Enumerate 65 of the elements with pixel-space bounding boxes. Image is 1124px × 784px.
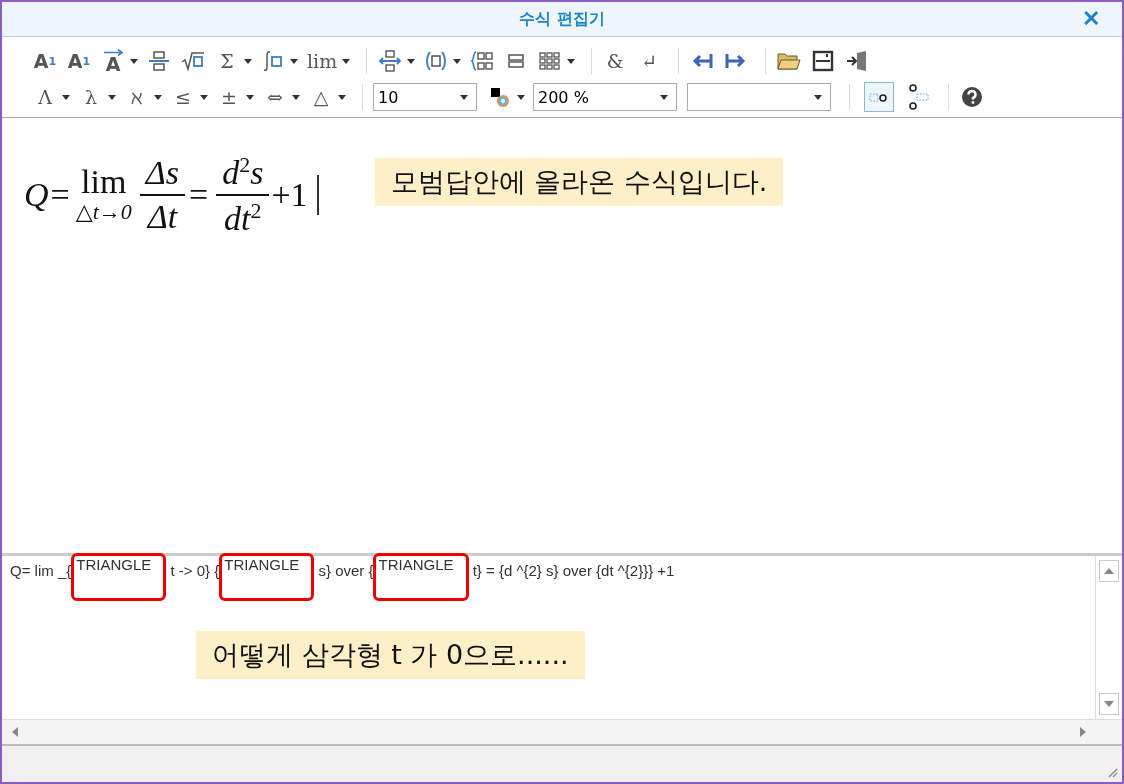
script-text: Q= lim _{ — [10, 562, 72, 579]
dropdown-caret-icon[interactable] — [108, 94, 116, 100]
dropdown-caret-icon[interactable] — [453, 58, 462, 64]
symbol-button[interactable]: ≤ — [170, 83, 196, 111]
dropdown-field[interactable]: 200 % — [533, 83, 677, 111]
dropdown-caret-icon[interactable] — [517, 94, 525, 100]
symbol-button[interactable]: ± — [216, 83, 242, 111]
dropdown-caret-icon[interactable] — [338, 94, 346, 100]
symbol-button[interactable]: A$^{1}$ — [32, 47, 58, 75]
symbol-button[interactable]: lim — [306, 47, 339, 75]
horizontal-scrollbar[interactable] — [2, 719, 1122, 744]
formula-numerator: d$^{2}$s — [216, 152, 270, 197]
script-text: s} over { — [317, 562, 374, 579]
symbol-button[interactable]: & — [602, 47, 629, 75]
highlight-box: TRIANGLE — [71, 553, 167, 601]
dropdown-caret-icon[interactable] — [407, 58, 416, 64]
script-text: t} = {d ^{2} s} over {dt ^{2}}} +1 — [471, 562, 675, 579]
note-callout: 모범답안에 올라온 수식입니다. — [374, 158, 784, 206]
symbol-button[interactable]: ⇔ — [262, 83, 288, 111]
inline-layout-icon — [869, 90, 889, 104]
formula-denominator: Δt — [145, 197, 179, 237]
dropdown-caret-icon[interactable] — [244, 58, 252, 64]
formula-denominator: dt$^{2}$ — [223, 197, 263, 239]
resize-grip-icon[interactable] — [1106, 766, 1118, 778]
inline-view-toggle[interactable] — [864, 82, 894, 112]
formula-symbol: = — [188, 176, 209, 215]
highlight-box: TRIANGLE — [219, 553, 315, 601]
dropdown-caret-icon[interactable] — [62, 94, 70, 100]
dropdown-caret-icon[interactable] — [130, 58, 138, 64]
note-callout: 어떻게 삼각형 t 가 0으로...... — [196, 631, 585, 679]
formula-symbol: Q — [24, 176, 49, 215]
dropdown-caret-icon[interactable] — [814, 94, 822, 100]
dropdown-caret-icon[interactable] — [460, 94, 468, 100]
scroll-up-button[interactable] — [1099, 560, 1119, 582]
symbol-button[interactable]: ↵ — [636, 47, 663, 75]
dropdown-caret-icon[interactable] — [290, 58, 298, 64]
dropdown-caret-icon[interactable] — [246, 94, 254, 100]
symbol-button[interactable]: ℵ — [124, 83, 150, 111]
scroll-down-button[interactable] — [1099, 693, 1119, 715]
formula-symbol: = — [50, 176, 70, 215]
highlight-box: TRIANGLE — [373, 553, 469, 601]
script-text: t -> 0} { — [169, 562, 220, 579]
vertical-scrollbar[interactable] — [1095, 556, 1122, 719]
close-button[interactable]: ✕ — [1078, 6, 1104, 32]
symbol-button[interactable]: △ — [308, 83, 334, 111]
formula-term: +1 — [271, 176, 308, 215]
dropdown-caret-icon[interactable] — [342, 58, 351, 64]
symbol-button[interactable]: λ — [78, 83, 104, 111]
formula-operator: lim — [81, 165, 127, 200]
stack-arrows-icon[interactable] — [377, 47, 404, 75]
dropdown-caret-icon[interactable] — [200, 94, 208, 100]
formula-subscript: △t→0 — [75, 199, 132, 226]
dropdown-caret-icon[interactable] — [660, 94, 668, 100]
arrow-icon — [103, 49, 125, 56]
stacked-layout-icon — [909, 84, 929, 110]
dropdown-field[interactable]: 10 — [373, 83, 477, 111]
dropdown-field[interactable] — [687, 83, 831, 111]
dropdown-caret-icon[interactable] — [567, 58, 576, 64]
symbol-button[interactable]: Σ — [214, 47, 240, 75]
formula-numerator: Δs — [139, 154, 185, 197]
dropdown-caret-icon[interactable] — [292, 94, 300, 100]
vector-button[interactable]: A — [100, 47, 126, 75]
window-title: 수식 편집기 — [519, 8, 605, 30]
dropdown-caret-icon[interactable] — [154, 94, 162, 100]
symbol-button[interactable]: Λ — [32, 83, 58, 111]
